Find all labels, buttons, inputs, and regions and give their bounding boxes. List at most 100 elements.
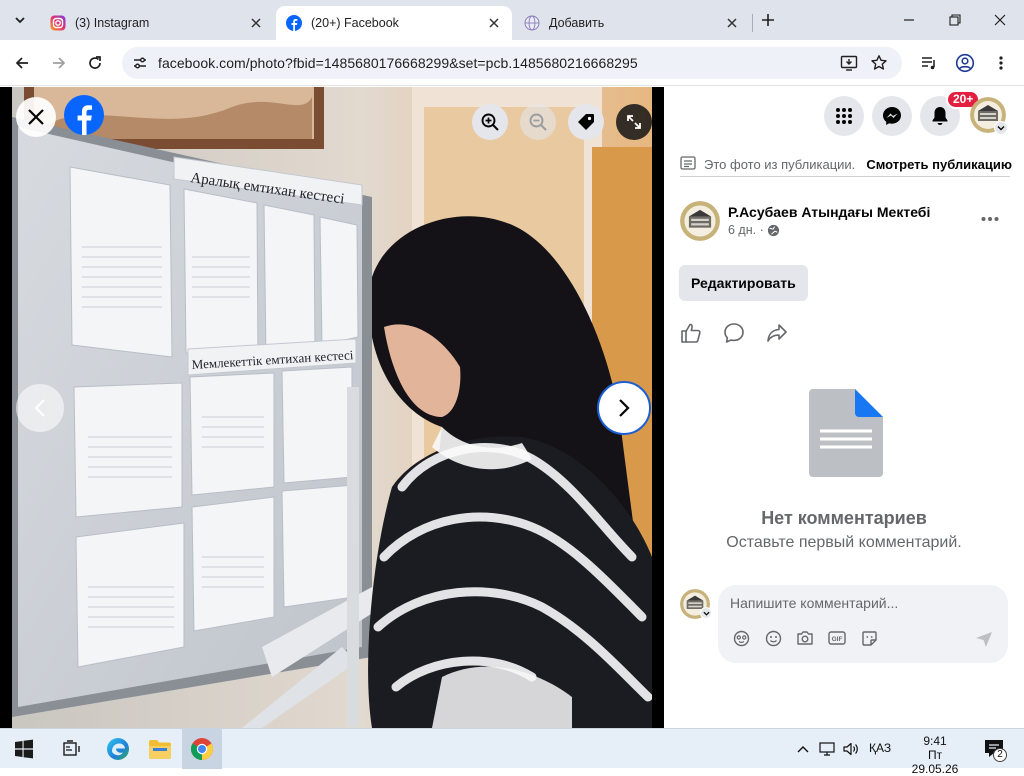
tab-divider	[752, 14, 753, 32]
account-menu-chevron[interactable]	[994, 121, 1008, 135]
facebook-icon	[286, 15, 302, 31]
tab-title: (3) Instagram	[75, 16, 150, 30]
view-post-link[interactable]: Смотреть публикацию	[866, 157, 1012, 172]
install-app-icon[interactable]	[840, 54, 858, 72]
back-arrow-icon	[15, 57, 28, 69]
grid-menu-icon	[836, 108, 852, 124]
comment-composer: GIF	[718, 585, 1008, 663]
reload-button[interactable]	[82, 50, 108, 76]
notification-count-badge: 2	[993, 748, 1007, 762]
zoom-out-button[interactable]	[520, 104, 556, 140]
facebook-top-actions: 20+	[664, 87, 1024, 143]
minimize-icon	[904, 19, 914, 21]
file-explorer-app[interactable]	[146, 735, 174, 763]
close-icon[interactable]	[248, 15, 264, 31]
photo-origin-row: Это фото из публикации. Смотреть публика…	[680, 151, 1012, 177]
bookmark-star-icon[interactable]	[870, 54, 888, 72]
share-button[interactable]	[765, 321, 789, 345]
windows-taskbar: ҚАЗ 9:41 Пт 29.05.26 2	[0, 728, 1024, 776]
back-button[interactable]	[9, 50, 35, 76]
menu-button[interactable]	[824, 96, 864, 136]
show-hidden-icons-button[interactable]	[795, 741, 811, 757]
bell-icon	[932, 107, 948, 125]
task-view-icon	[63, 740, 80, 756]
network-button[interactable]	[819, 741, 835, 757]
chevron-right-icon	[619, 399, 630, 417]
tab-facebook[interactable]: (20+) Facebook	[276, 6, 512, 40]
address-bar[interactable]: facebook.com/photo?fbid=1485680176668299…	[122, 47, 902, 79]
expand-icon	[627, 115, 641, 129]
previous-photo-button[interactable]	[16, 384, 64, 432]
gif-icon: GIF	[828, 631, 846, 645]
edit-post-button[interactable]: Редактировать	[679, 265, 808, 301]
edge-icon	[107, 738, 129, 760]
messenger-icon	[883, 107, 901, 125]
next-photo-button[interactable]	[597, 381, 651, 435]
tab-add[interactable]: Добавить	[514, 6, 750, 40]
photo-attach-button[interactable]	[796, 629, 814, 647]
edge-app[interactable]	[104, 735, 132, 763]
post-options-button[interactable]	[974, 203, 1006, 235]
gif-button[interactable]: GIF	[828, 629, 846, 647]
comment-button[interactable]	[722, 321, 746, 345]
tab-instagram[interactable]: (3) Instagram	[40, 6, 274, 40]
no-comments-subtitle: Оставьте первый комментарий.	[726, 534, 962, 551]
windows-logo-icon	[15, 739, 33, 759]
tag-photo-button[interactable]	[568, 104, 604, 140]
media-control-button[interactable]	[916, 50, 942, 76]
chevron-up-icon	[797, 746, 809, 753]
site-settings-icon[interactable]	[132, 55, 148, 71]
task-view-button[interactable]	[58, 735, 86, 763]
comment-input[interactable]	[730, 595, 990, 611]
like-button[interactable]	[679, 321, 703, 345]
url-text[interactable]: facebook.com/photo?fbid=1485680176668299…	[158, 55, 638, 71]
close-window-button[interactable]	[990, 10, 1010, 30]
browser-tab-strip: (3) Instagram (20+) Facebook Добавить	[0, 0, 1024, 40]
sticker-icon	[861, 630, 877, 646]
folder-icon	[149, 740, 171, 759]
no-comments-title: Нет комментариев	[761, 508, 927, 528]
account-circle-icon	[955, 53, 975, 73]
emoji-button[interactable]	[764, 629, 782, 647]
network-icon	[819, 742, 835, 756]
new-tab-button[interactable]	[758, 10, 778, 30]
send-icon[interactable]	[974, 629, 994, 649]
messenger-button[interactable]	[872, 96, 912, 136]
facebook-logo[interactable]	[64, 95, 104, 135]
sticker-button[interactable]	[860, 629, 878, 647]
post-timestamp[interactable]: 6 дн. ·	[728, 223, 764, 237]
forward-button[interactable]	[46, 50, 72, 76]
post-meta: 6 дн. ·	[728, 223, 780, 237]
tab-search-button[interactable]	[8, 8, 32, 32]
start-button[interactable]	[10, 735, 38, 763]
clock-time: 9:41	[923, 734, 947, 748]
clock[interactable]: 9:41 Пт 29.05.26	[904, 734, 966, 776]
plus-icon	[762, 14, 774, 26]
browser-toolbar: facebook.com/photo?fbid=1485680176668299…	[0, 40, 1024, 86]
restore-button[interactable]	[945, 10, 965, 30]
comment-bubble-icon	[724, 323, 744, 343]
school-logo-image	[680, 201, 720, 241]
minimize-button[interactable]	[899, 10, 919, 30]
instagram-icon	[50, 15, 66, 31]
photo-origin-text: Это фото из публикации.	[704, 157, 856, 172]
volume-button[interactable]	[843, 741, 859, 757]
avatar-sticker-button[interactable]	[732, 629, 750, 647]
author-avatar[interactable]	[680, 201, 720, 241]
smiley-icon	[765, 630, 781, 646]
keyboard-language[interactable]: ҚАЗ	[869, 741, 891, 755]
chrome-app[interactable]	[188, 735, 216, 763]
zoom-in-button[interactable]	[472, 104, 508, 140]
like-thumb-icon	[681, 323, 701, 343]
author-name[interactable]: Р.Асубаев Атындағы Мектебі	[728, 204, 930, 220]
fullscreen-button[interactable]	[616, 104, 652, 140]
close-icon[interactable]	[486, 15, 502, 31]
close-viewer-button[interactable]	[16, 97, 56, 137]
profile-button[interactable]	[952, 50, 978, 76]
zoom-out-icon	[529, 113, 547, 131]
forward-arrow-icon	[53, 57, 66, 69]
browser-menu-button[interactable]	[988, 50, 1014, 76]
commenter-switch-chevron[interactable]	[700, 607, 712, 619]
tab-title: Добавить	[549, 16, 605, 30]
close-icon[interactable]	[724, 15, 740, 31]
